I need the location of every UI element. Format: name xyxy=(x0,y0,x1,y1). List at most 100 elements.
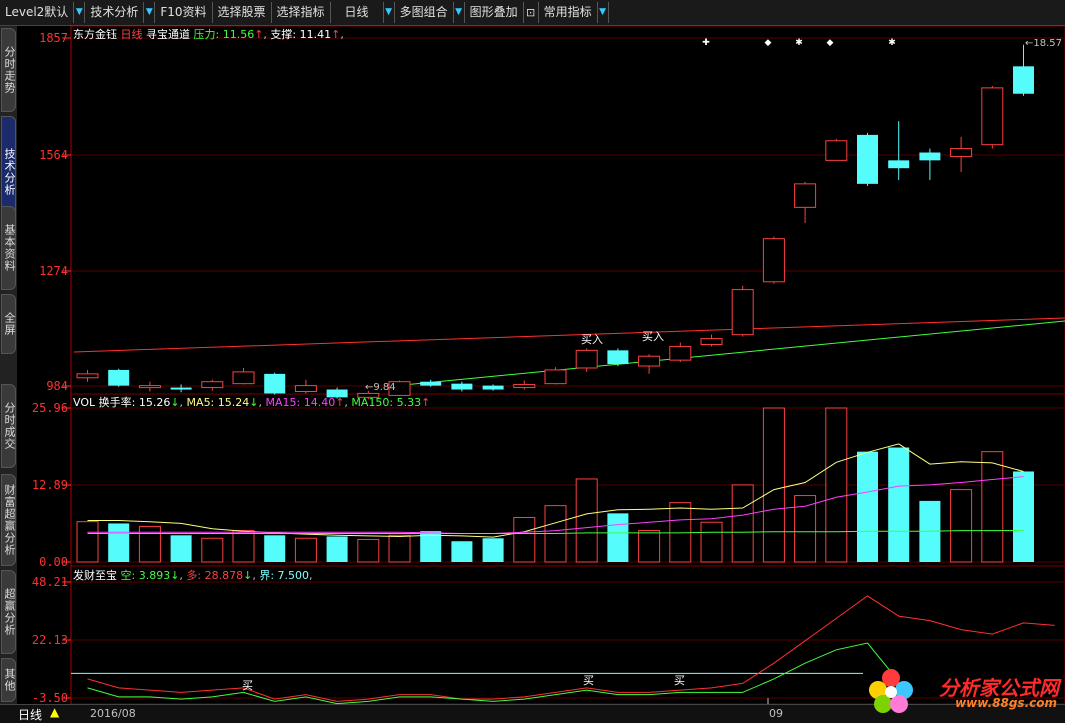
candle-body xyxy=(170,387,192,390)
volume-tick-label: 12.89 xyxy=(32,478,68,492)
axis-ticks: 1857 1564 1274 984 25.96 12.89 0.00 48.21 22.13 -… xyxy=(32,31,71,704)
price-tick-label: 1274 xyxy=(39,264,68,278)
toolbar-f10[interactable]: F10资料 xyxy=(155,2,213,23)
volume-ma-lines xyxy=(87,443,1024,538)
warning-triangle-icon[interactable]: ▲ xyxy=(50,705,59,719)
toolbar-multi-chart[interactable]: 多图组合 xyxy=(395,2,454,23)
toolbar-daily[interactable]: 日线 xyxy=(331,2,384,23)
markers: ✚ ◆ ✱ ◆ ✱ ←18.57 ←9.84 买入 买入买 买 买 xyxy=(242,38,1062,704)
ma5-value: MA5: 15.24 xyxy=(186,396,250,409)
candle-body xyxy=(76,373,99,379)
candle-body xyxy=(981,87,1004,146)
chart-area[interactable]: 1857 1564 1274 984 25.96 12.89 0.00 48.21 22.13 -… xyxy=(18,26,1065,704)
support-line xyxy=(392,320,1065,387)
candle-body xyxy=(762,238,785,283)
date-label-2: 09 xyxy=(769,707,783,720)
volume-bar xyxy=(451,541,473,562)
volume-bar xyxy=(981,451,1004,563)
indicator-buy-signal: 买 xyxy=(242,679,253,692)
candle-body xyxy=(919,152,941,161)
toolbar-select-stock[interactable]: 选择股票 xyxy=(213,2,272,23)
indicator-name: 寻宝通道 xyxy=(146,28,190,41)
watermark-url: www.88gs.com xyxy=(955,696,1057,710)
price-tick-label: 1857 xyxy=(39,31,68,45)
volume-bar xyxy=(232,530,255,563)
volume-bar xyxy=(201,537,224,563)
buy-signal-2: 买入 xyxy=(642,330,664,343)
signal-marker-icon: ◆ xyxy=(827,38,834,48)
signal-marker-icon: ✚ xyxy=(702,38,710,48)
volume-tick-label: 0.00 xyxy=(39,555,68,569)
indicator-buy-signal: 买 xyxy=(674,674,685,687)
low-label: ←9.84 xyxy=(365,382,396,393)
volume-bar xyxy=(76,521,99,563)
tab-basic-info[interactable]: 基本资料 xyxy=(1,206,16,290)
volume-bar xyxy=(762,407,785,563)
buy-signal-1: 买入 xyxy=(581,333,603,346)
price-tick-label: 1564 xyxy=(39,148,68,162)
lock-icon[interactable]: ⊡ xyxy=(524,2,539,23)
volume-bar xyxy=(170,535,192,562)
tab-wealth-analysis[interactable]: 财富超赢分析 xyxy=(1,474,16,566)
candle-body xyxy=(108,369,130,386)
period-label: 日线 xyxy=(120,28,143,41)
candle-body xyxy=(513,383,536,389)
kong-value: 空: 3.893 xyxy=(120,569,171,582)
candle-body xyxy=(794,183,817,208)
indicator-buy-signal: 买 xyxy=(583,674,594,687)
toolbar-common-indicators[interactable]: 常用指标 xyxy=(539,2,598,23)
indicator-header: 发财至宝 空: 3.893↓, 多: 28.878↓, 界: 7.500, xyxy=(73,569,313,582)
down-arrow-icon: ↓ xyxy=(170,396,180,409)
toolbar-level2[interactable]: Level2默认 xyxy=(0,2,75,23)
date-label-1: 2016/08 xyxy=(90,707,136,720)
turnover-value: 换手率: 15.26 xyxy=(98,396,171,409)
ma5-line xyxy=(87,443,1024,538)
vol-name: VOL xyxy=(73,396,96,409)
tab-super-analysis[interactable]: 超赢分析 xyxy=(1,570,16,654)
candle-body xyxy=(544,369,567,385)
toolbar: Level2默认 ▼ 技术分析 ▼ F10资料 选择股票 选择指标 日线 ▼ 多… xyxy=(0,0,1065,26)
tab-other[interactable]: 其他 xyxy=(1,658,16,702)
candle-body xyxy=(669,345,692,361)
dropdown-arrow-icon[interactable]: ▼ xyxy=(454,2,465,23)
volume-bar xyxy=(138,525,161,563)
candle-body xyxy=(264,373,286,394)
candle-body xyxy=(638,355,661,367)
bottom-period[interactable]: 日线 xyxy=(18,706,42,723)
indicator-tick-label: -3.50 xyxy=(32,691,68,704)
up-arrow-icon: ↑ xyxy=(421,396,431,409)
tab-fullscreen[interactable]: 全屏 xyxy=(1,294,16,354)
tab-intraday-deals[interactable]: 分时成交 xyxy=(1,384,16,468)
volume-tick-label: 25.96 xyxy=(32,401,68,415)
ind-name: 发财至宝 xyxy=(73,569,117,582)
volume-bar xyxy=(607,513,629,562)
grid xyxy=(71,37,1065,699)
candle-body xyxy=(857,134,878,184)
candles xyxy=(76,44,1034,400)
toolbar-select-indicator[interactable]: 选择指标 xyxy=(272,2,331,23)
indicator-tick-label: 22.13 xyxy=(32,633,68,647)
signal-marker-icon: ✱ xyxy=(795,38,803,48)
toolbar-overlay[interactable]: 图形叠加 xyxy=(465,2,524,23)
dropdown-arrow-icon[interactable]: ▼ xyxy=(74,2,86,23)
candle-body xyxy=(232,371,255,385)
price-pane xyxy=(70,26,1065,395)
dropdown-arrow-icon[interactable]: ▼ xyxy=(384,2,395,23)
signal-marker-icon: ✱ xyxy=(888,38,896,48)
ma15-value: MA15: 14.40 xyxy=(265,396,336,409)
candle-body xyxy=(201,381,224,389)
dropdown-arrow-icon[interactable]: ▼ xyxy=(598,2,609,23)
volume-bar xyxy=(388,534,411,563)
down-arrow-icon: ↓ xyxy=(243,569,253,582)
indicator-tick-label: 48.21 xyxy=(32,575,68,589)
volume-bar xyxy=(700,521,723,563)
toolbar-tech-analysis[interactable]: 技术分析 xyxy=(85,2,145,23)
dropdown-arrow-icon[interactable]: ▼ xyxy=(144,2,156,23)
up-arrow-icon: ↑ xyxy=(331,28,341,41)
candle-body xyxy=(950,148,973,157)
tab-intraday[interactable]: 分时走势 xyxy=(1,28,16,112)
price-header: 东方金钰 日线 寻宝通道 压力: 11.56↑, 支撑: 11.41↑, xyxy=(73,28,344,41)
duo-value: 多: 28.878 xyxy=(186,569,244,582)
channel-lines xyxy=(73,317,1065,387)
stock-name: 东方金钰 xyxy=(73,28,117,41)
